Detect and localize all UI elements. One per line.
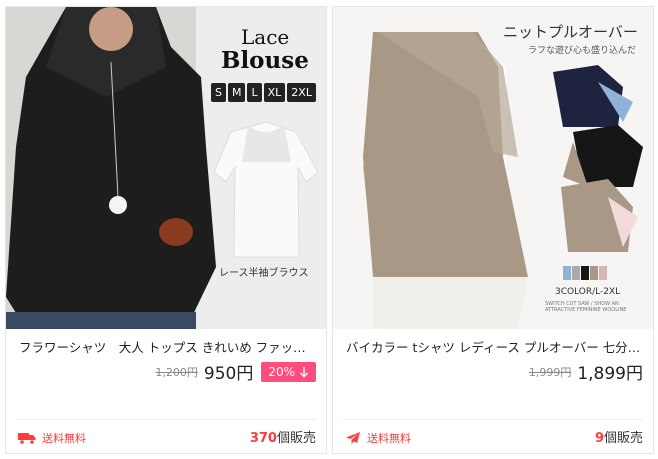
size-chip: L <box>247 83 262 102</box>
shipping-info: 送料無料 <box>18 430 86 446</box>
image-headline: Lace <box>241 25 290 49</box>
image-caption: レース半袖ブラウス <box>219 268 309 279</box>
truck-icon <box>18 433 36 444</box>
product-image[interactable]: ニットプルオーバー ラフな遊び心も盛り込んだ 3COLOR/L-2XL SWIT… <box>333 7 653 329</box>
divider <box>16 419 316 420</box>
sold-number: 9 <box>594 431 604 446</box>
price-row: 1,999円 1,899円 <box>529 359 643 384</box>
product-card[interactable]: ニットプルオーバー ラフな遊び心も盛り込んだ 3COLOR/L-2XL SWIT… <box>332 6 654 454</box>
sold-suffix: 個販売 <box>276 431 316 446</box>
sold-count: 370個販売 <box>250 427 316 446</box>
size-chip: 2XL <box>287 83 316 102</box>
image-headline: ニットプルオーバー <box>503 23 638 41</box>
original-price: 1,200円 <box>155 365 198 379</box>
product-card[interactable]: Lace Blouse S M L XL 2XL レース半袖ブラウス フラワーシャツ 大… <box>5 6 327 454</box>
sale-price: 1,899円 <box>577 364 643 384</box>
color-swatches <box>563 265 608 284</box>
product-title[interactable]: フラワーシャツ 大人 トップス きれいめ ファッショ... <box>19 337 317 356</box>
shipping-label: 送料無料 <box>42 432 86 445</box>
product-image[interactable]: Lace Blouse S M L XL 2XL レース半袖ブラウス <box>6 7 326 329</box>
fine-print: SWITCH CUT SAW / SHOW AN ATTRACTIVE FEMI… <box>545 301 627 313</box>
size-chips: S M L XL 2XL <box>211 81 318 102</box>
swatch-pink <box>599 266 607 280</box>
colors-label: 3COLOR/L-2XL <box>555 287 621 297</box>
sold-number: 370 <box>249 431 277 446</box>
size-chip: M <box>227 83 246 102</box>
sale-price: 950円 <box>203 364 254 384</box>
size-chip: XL <box>263 83 286 102</box>
swatch-black <box>581 266 589 280</box>
size-chip: S <box>211 83 226 102</box>
product-title[interactable]: バイカラー tシャツ レディース プルオーバー 七分袖 ... <box>346 337 644 356</box>
airplane-icon <box>346 432 360 444</box>
sold-count: 9個販売 <box>595 427 643 446</box>
shipping-info: 送料無料 <box>345 430 411 446</box>
shipping-label: 送料無料 <box>367 432 411 445</box>
image-headline-2: Blouse <box>221 47 309 74</box>
swatch-gray <box>572 266 580 280</box>
image-subline: ラフな遊び心も盛り込んだ <box>528 46 637 56</box>
original-price: 1,999円 <box>528 365 572 379</box>
swatch-blue <box>563 266 571 280</box>
discount-badge: 20% <box>261 361 316 382</box>
sold-suffix: 個販売 <box>603 431 643 446</box>
price-row: 1,200円 950円 20% <box>155 359 316 384</box>
swatch-beige <box>590 266 598 280</box>
divider <box>343 419 643 420</box>
discount-percent: 20% <box>268 364 295 379</box>
arrow-down-icon <box>300 366 308 377</box>
